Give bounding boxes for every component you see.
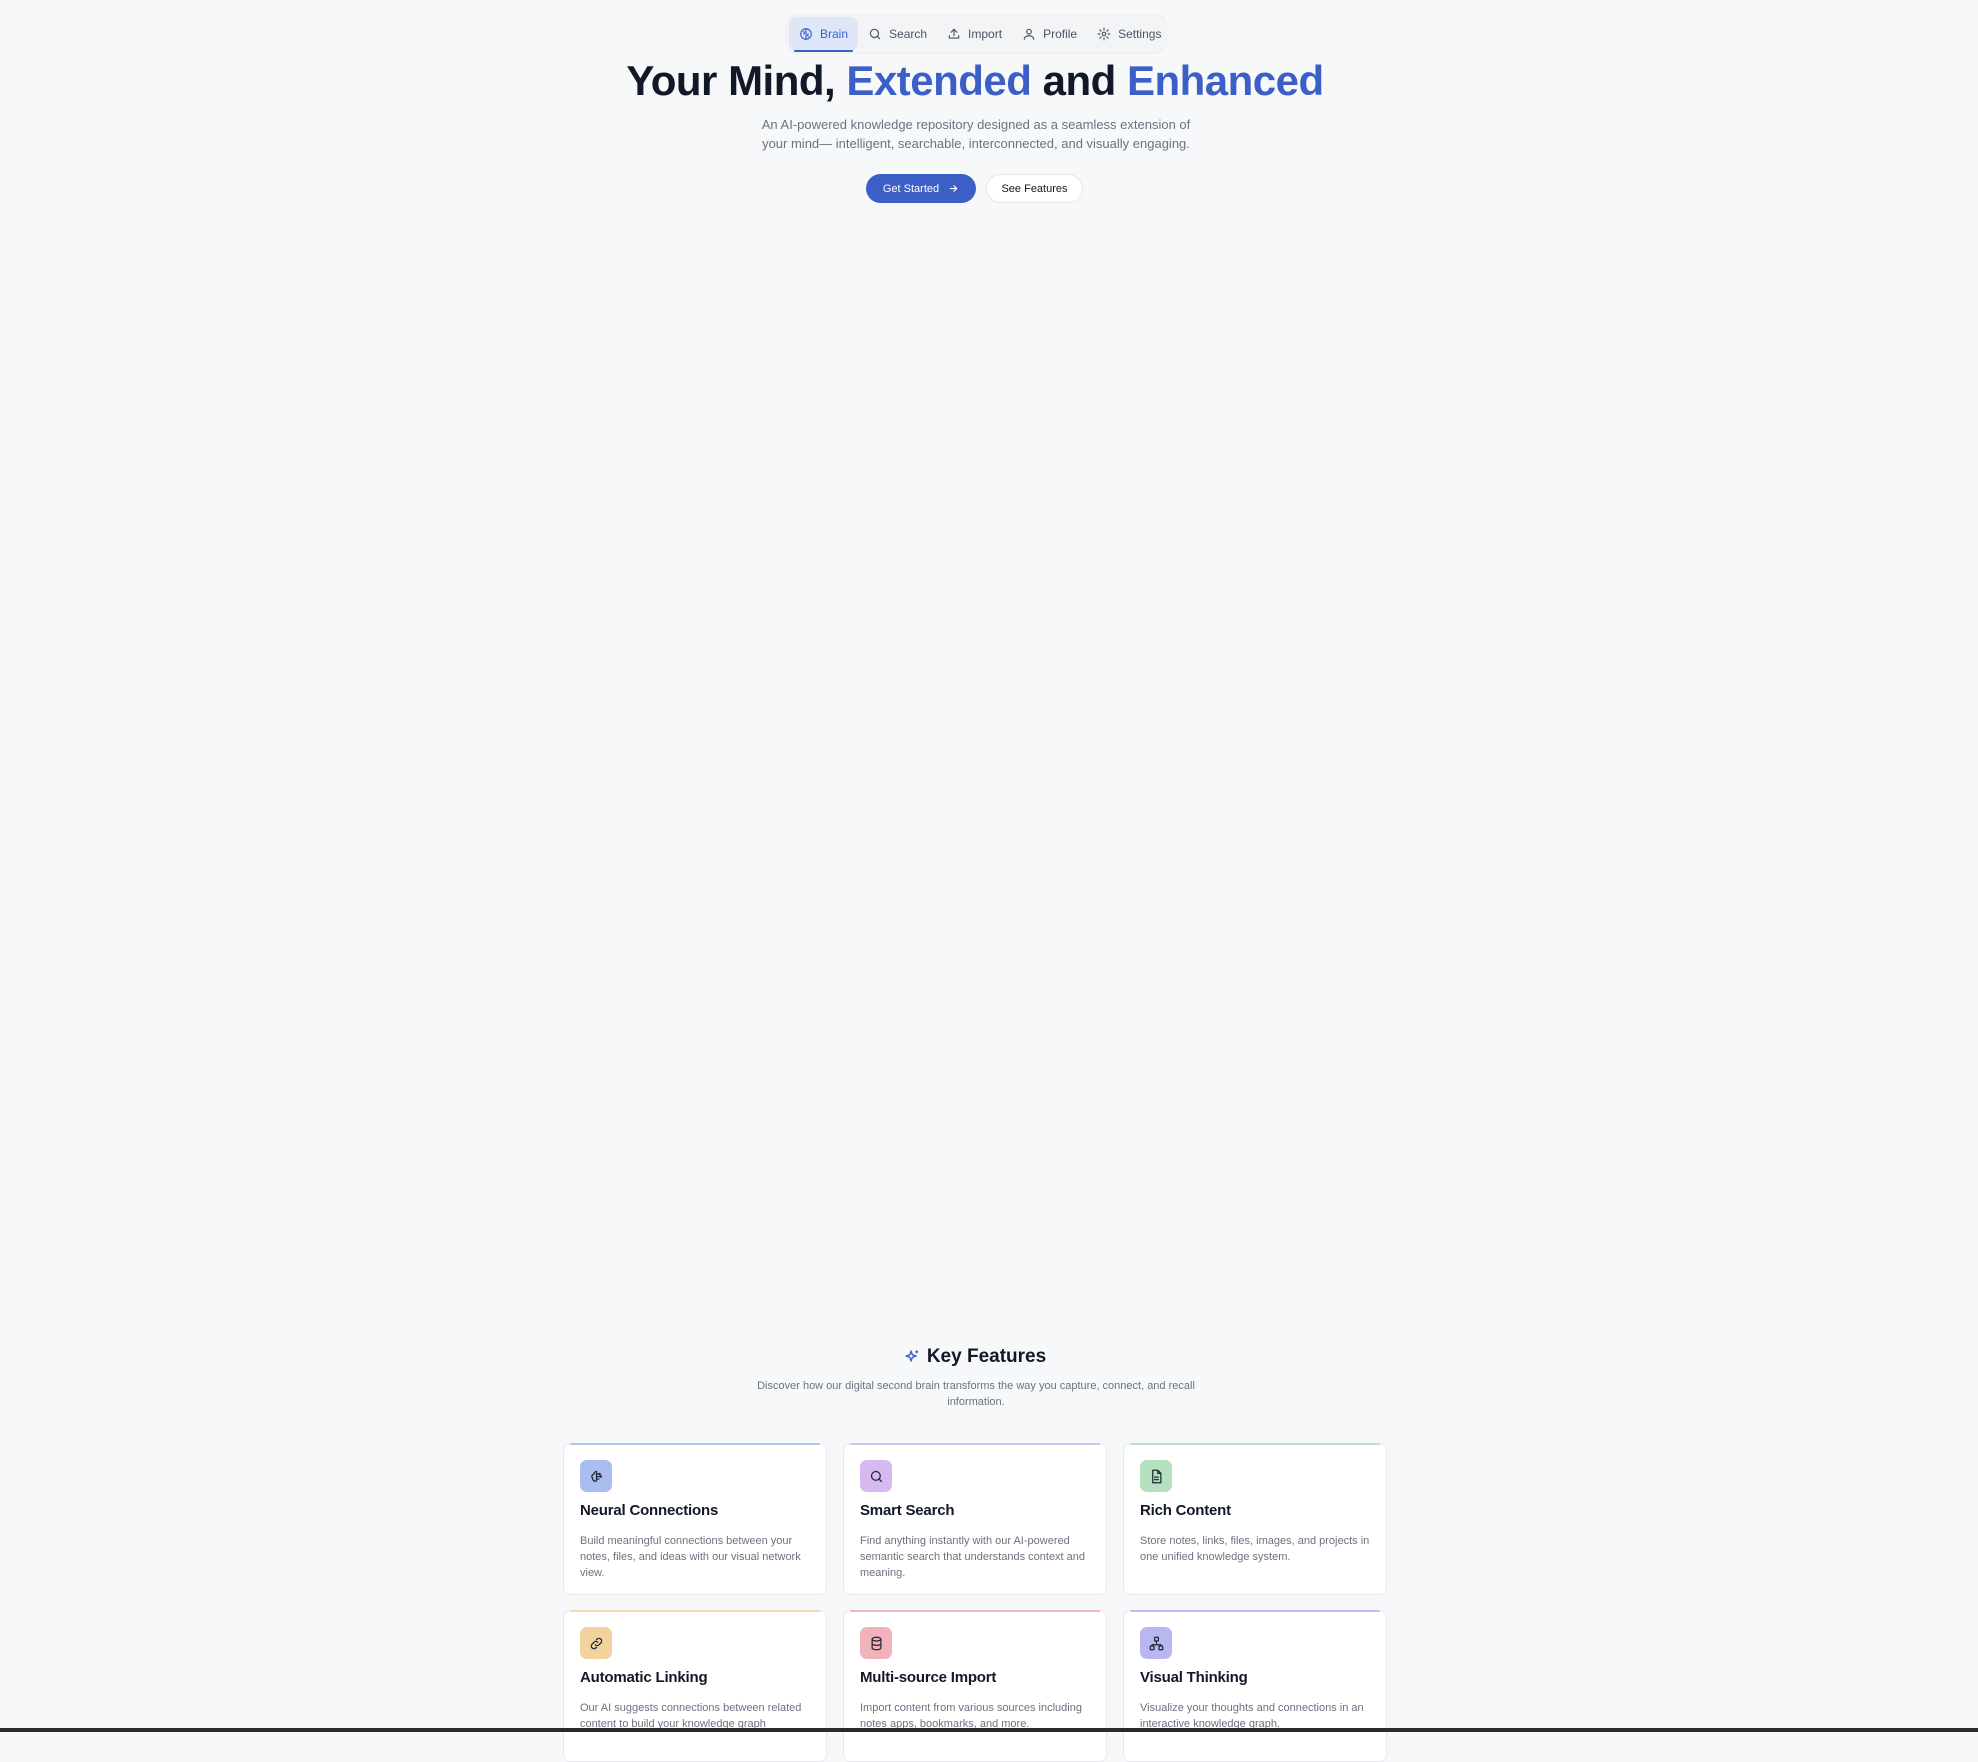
nav-item-search[interactable]: Search bbox=[858, 17, 937, 51]
nav-item-import[interactable]: Import bbox=[937, 17, 1012, 51]
card-icon-badge bbox=[580, 1627, 612, 1659]
hero-title-accent: Enhanced bbox=[1126, 57, 1324, 104]
hero-title: Your Mind, Extended and Enhanced bbox=[0, 52, 1950, 110]
feature-card-rich-content: Rich Content Store notes, links, files, … bbox=[1123, 1443, 1387, 1595]
window-bottom-edge bbox=[0, 1728, 1978, 1732]
hero-title-part: and bbox=[1031, 57, 1127, 104]
feature-card-neural-connections: Neural Connections Build meaningful conn… bbox=[563, 1443, 827, 1595]
database-icon bbox=[871, 1636, 881, 1650]
card-title: Visual Thinking bbox=[1140, 1669, 1248, 1686]
card-accent-bar bbox=[850, 1443, 1100, 1445]
card-title: Smart Search bbox=[860, 1502, 955, 1519]
network-icon bbox=[1149, 1636, 1163, 1650]
card-title: Automatic Linking bbox=[580, 1669, 708, 1686]
feature-card-visual-thinking: Visual Thinking Visualize your thoughts … bbox=[1123, 1610, 1387, 1762]
card-description: Find anything instantly with our AI-powe… bbox=[860, 1535, 1086, 1579]
card-accent-bar bbox=[850, 1610, 1100, 1612]
arrow-right-icon bbox=[949, 185, 958, 192]
card-icon-badge bbox=[580, 1460, 612, 1492]
features-subtitle: Discover how our digital second brain tr… bbox=[757, 1380, 1195, 1408]
card-description: Store notes, links, files, images, and p… bbox=[1140, 1535, 1370, 1563]
features-heading: Key Features bbox=[0, 1346, 1950, 1368]
upload-icon bbox=[948, 28, 960, 39]
sparkles-icon bbox=[905, 1349, 918, 1362]
card-icon-badge bbox=[1140, 1627, 1172, 1659]
gear-icon bbox=[1097, 27, 1111, 41]
card-description: Build meaningful connections between you… bbox=[580, 1535, 801, 1579]
card-icon-badge bbox=[1140, 1460, 1172, 1492]
user-icon bbox=[1023, 28, 1035, 40]
nav-item-settings[interactable]: Settings bbox=[1087, 17, 1171, 51]
card-icon-badge bbox=[860, 1460, 892, 1492]
nav-label: Import bbox=[968, 27, 1003, 41]
search-icon bbox=[869, 28, 881, 40]
hero-title-accent: Extended bbox=[846, 57, 1032, 104]
see-features-button[interactable]: See Features bbox=[986, 174, 1083, 203]
card-icon-badge bbox=[860, 1627, 892, 1659]
features-title: Key Features bbox=[926, 1346, 1047, 1367]
hero-subtitle: An AI-powered knowledge repository desig… bbox=[761, 117, 1191, 151]
nav-item-brain[interactable]: Brain bbox=[789, 17, 859, 52]
card-title: Neural Connections bbox=[580, 1502, 719, 1519]
get-started-button[interactable]: Get Started bbox=[866, 174, 976, 203]
search-icon bbox=[870, 1470, 882, 1482]
feature-card-smart-search: Smart Search Find anything instantly wit… bbox=[843, 1443, 1107, 1595]
card-accent-bar bbox=[1130, 1443, 1380, 1445]
feature-card-automatic-linking: Automatic Linking Our AI suggests connec… bbox=[563, 1610, 827, 1762]
nav-label: Search bbox=[889, 27, 928, 41]
card-accent-bar bbox=[1130, 1610, 1380, 1612]
link-icon bbox=[590, 1637, 602, 1649]
brain-circuit-icon bbox=[590, 1470, 602, 1482]
document-icon bbox=[1151, 1469, 1161, 1483]
card-title: Multi-source Import bbox=[860, 1669, 997, 1686]
nav-label: Profile bbox=[1043, 27, 1078, 41]
card-accent-bar bbox=[570, 1443, 820, 1445]
top-nav: Brain Search Import Profile Settings bbox=[785, 14, 1167, 54]
nav-item-profile[interactable]: Profile bbox=[1012, 17, 1087, 51]
feature-card-multi-source-import: Multi-source Import Import content from … bbox=[843, 1610, 1107, 1762]
brain-icon bbox=[800, 28, 812, 40]
nav-label: Settings bbox=[1118, 27, 1162, 41]
get-started-label: Get Started bbox=[882, 182, 940, 195]
card-title: Rich Content bbox=[1140, 1502, 1231, 1519]
card-accent-bar bbox=[570, 1610, 820, 1612]
nav-label: Brain bbox=[820, 27, 849, 41]
hero-title-part: Your Mind, bbox=[626, 57, 847, 104]
